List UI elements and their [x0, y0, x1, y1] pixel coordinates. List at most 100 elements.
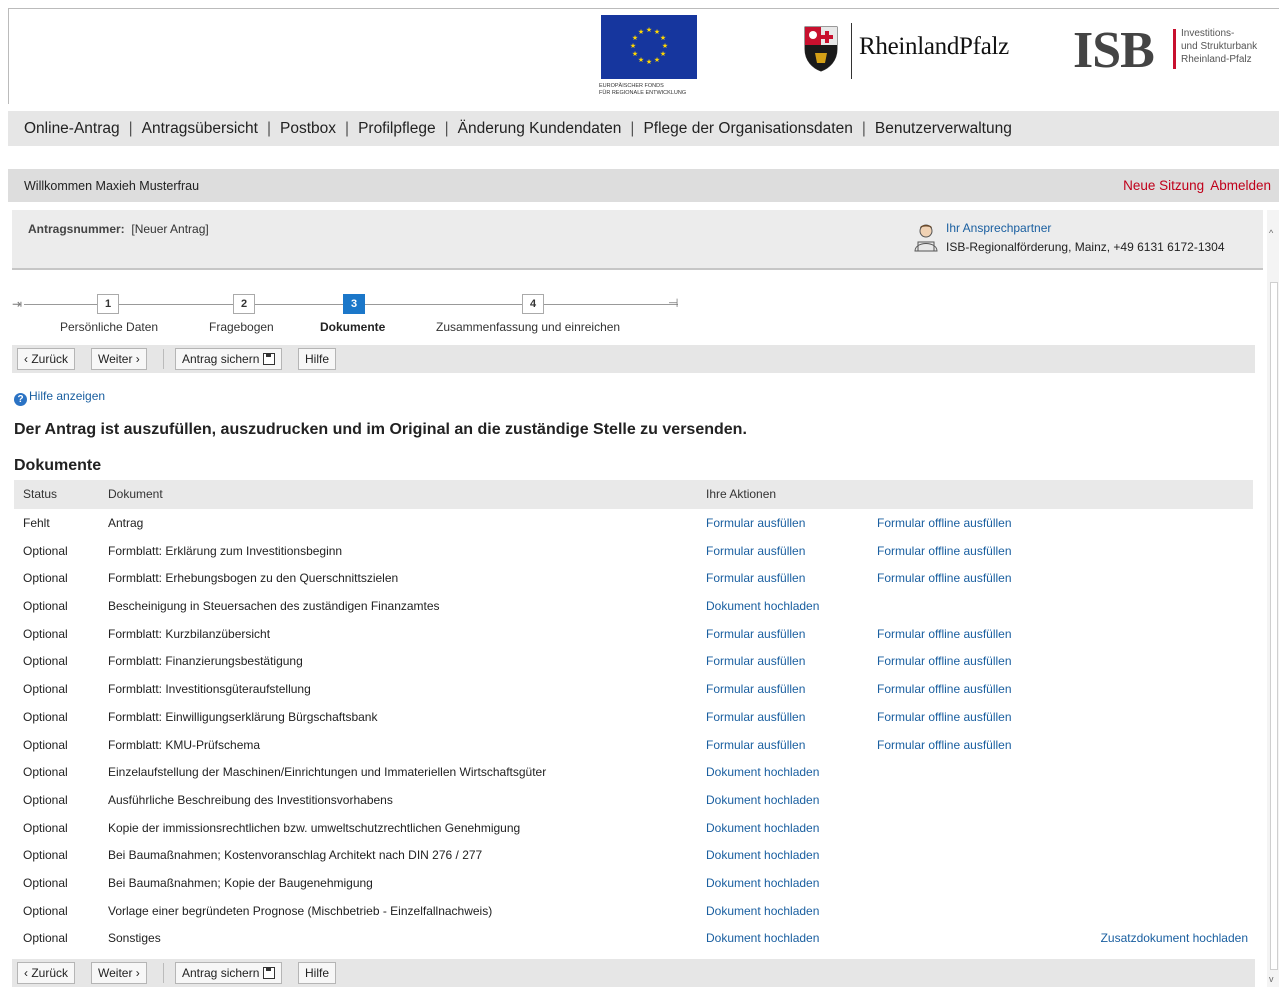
row-document-name: Formblatt: Investitionsgüteraufstellung	[108, 682, 311, 697]
antrag-info-panel: Antragsnummer: [Neuer Antrag] Ihr Anspre…	[12, 210, 1263, 270]
row-primary-action-link[interactable]: Formular ausfüllen	[706, 738, 805, 752]
help-link[interactable]: ? Hilfe anzeigen	[14, 389, 105, 406]
step-1-box[interactable]: 1	[97, 294, 119, 314]
contact-person: Ihr Ansprechpartner ISB-Regionalförderun…	[914, 220, 1254, 260]
back-button[interactable]: ‹ Zurück	[17, 962, 76, 984]
row-offline-action-link[interactable]: Formular offline ausfüllen	[877, 738, 1012, 752]
row-status: Optional	[23, 792, 68, 807]
isb-subtitle-line-2: und Strukturbank	[1181, 41, 1258, 52]
svg-text:★: ★	[638, 28, 644, 36]
row-primary-action-link[interactable]: Dokument hochladen	[706, 876, 819, 890]
row-primary-action-link[interactable]: Formular ausfüllen	[706, 571, 805, 585]
row-status: Optional	[23, 709, 68, 724]
table-row: Optional Bei Baumaßnahmen; Kostenvoransch…	[14, 841, 1253, 869]
row-primary-action-link[interactable]: Dokument hochladen	[706, 821, 819, 835]
next-button[interactable]: Weiter ›	[91, 962, 147, 984]
step-4-label[interactable]: Zusammenfassung und einreichen	[436, 320, 620, 334]
table-row: Optional Formblatt: Kurzbilanzübersicht Fo…	[14, 620, 1253, 648]
row-primary-action-link[interactable]: Formular ausfüllen	[706, 516, 805, 530]
row-offline-action-link[interactable]: Formular offline ausfüllen	[877, 710, 1012, 724]
nav-item-organisationsdaten[interactable]: Pflege der Organisationsdaten	[643, 120, 852, 138]
row-primary-action-link[interactable]: Formular ausfüllen	[706, 710, 805, 724]
toolbar-divider	[163, 963, 164, 983]
eu-caption: Europäischer Fonds für regionale Entwick…	[599, 83, 719, 97]
scrollbar-thumb[interactable]	[1270, 282, 1278, 970]
nav-item-benutzerverwaltung[interactable]: Benutzerverwaltung	[875, 120, 1012, 138]
nav-item-online-antrag[interactable]: Online-Antrag	[24, 120, 120, 138]
row-status: Optional	[23, 931, 68, 946]
row-primary-action-link[interactable]: Formular ausfüllen	[706, 627, 805, 641]
nav-separator: |	[444, 119, 449, 137]
column-header-actions: Ihre Aktionen	[706, 487, 777, 501]
nav-item-postbox[interactable]: Postbox	[280, 120, 336, 138]
session-links: Neue Sitzung Abmelden	[1117, 178, 1271, 193]
contact-title-link[interactable]: Ihr Ansprechpartner	[946, 221, 1051, 235]
row-primary-action-link[interactable]: Formular ausfüllen	[706, 654, 805, 668]
documents-table: Status Dokument Ihre Aktionen Fehlt Antra…	[14, 480, 1253, 952]
step-3-box[interactable]: 3	[343, 294, 365, 314]
step-4-box[interactable]: 4	[522, 294, 544, 314]
svg-text:★: ★	[662, 42, 668, 50]
nav-item-aenderung-kundendaten[interactable]: Änderung Kundendaten	[458, 120, 622, 138]
row-document-name: Kopie der immissionsrechtlichen bzw. umw…	[108, 820, 521, 835]
row-status: Optional	[23, 765, 68, 780]
save-button[interactable]: Antrag sichern	[175, 348, 283, 370]
row-primary-action-link[interactable]: Dokument hochladen	[706, 848, 819, 862]
step-1-label[interactable]: Persönliche Daten	[60, 320, 158, 334]
instruction-headline: Der Antrag ist auszufüllen, auszudrucken…	[14, 421, 747, 438]
save-button[interactable]: Antrag sichern	[175, 962, 283, 984]
row-offline-action-link[interactable]: Formular offline ausfüllen	[877, 516, 1012, 530]
next-button[interactable]: Weiter ›	[91, 348, 147, 370]
step-3-label[interactable]: Dokumente	[320, 320, 385, 334]
svg-text:★: ★	[654, 56, 660, 64]
row-extra-upload-link[interactable]: Zusatzdokument hochladen	[1101, 931, 1248, 945]
row-document-name: Bescheinigung in Steuersachen des zustän…	[108, 599, 440, 614]
row-offline-action-link[interactable]: Formular offline ausfüllen	[877, 627, 1012, 641]
table-row: Optional Bei Baumaßnahmen; Kopie der Baug…	[14, 869, 1253, 897]
next-button-label: Weiter	[98, 966, 133, 980]
welcome-bar: Willkommen Maxieh Musterfrau Neue Sitzun…	[8, 169, 1279, 202]
eu-caption-line-2: für regionale Entwicklung	[599, 90, 687, 96]
scroll-down-icon[interactable]: v	[1269, 974, 1274, 984]
table-row: Fehlt Antrag Formular ausfüllen Formular of…	[14, 509, 1253, 537]
table-row: Optional Formblatt: Erklärung zum Investi…	[14, 537, 1253, 565]
column-header-document: Dokument	[108, 487, 163, 501]
new-session-link[interactable]: Neue Sitzung	[1123, 178, 1204, 193]
row-document-name: Einzelaufstellung der Maschinen/Einricht…	[108, 765, 547, 780]
step-start-icon: ⇥	[12, 297, 23, 311]
nav-item-profilpflege[interactable]: Profilpflege	[358, 120, 436, 138]
row-offline-action-link[interactable]: Formular offline ausfüllen	[877, 544, 1012, 558]
step-end-icon: ⊣	[668, 296, 679, 310]
scroll-up-icon[interactable]: ^	[1269, 228, 1273, 238]
row-offline-action-link[interactable]: Formular offline ausfüllen	[877, 571, 1012, 585]
rlp-logo: RheinlandPfalz	[801, 23, 1011, 93]
row-primary-action-link[interactable]: Formular ausfüllen	[706, 544, 805, 558]
table-row: Optional Kopie der immissionsrechtlichen …	[14, 814, 1253, 842]
row-primary-action-link[interactable]: Dokument hochladen	[706, 793, 819, 807]
header-banner: ★ ★ ★ ★ ★ ★ ★ ★ ★ ★ ★ ★ Europäischer Fonds für r…	[8, 8, 1279, 104]
row-primary-action-link[interactable]: Dokument hochladen	[706, 765, 819, 779]
help-button[interactable]: Hilfe	[298, 348, 337, 370]
table-row: Optional Formblatt: Investitionsgüteraufs…	[14, 675, 1253, 703]
row-primary-action-link[interactable]: Dokument hochladen	[706, 599, 819, 613]
isb-subtitle: Investitions- und Strukturbank Rheinland…	[1181, 27, 1257, 66]
row-offline-action-link[interactable]: Formular offline ausfüllen	[877, 682, 1012, 696]
row-primary-action-link[interactable]: Dokument hochladen	[706, 931, 819, 945]
row-document-name: Formblatt: Kurzbilanzübersicht	[108, 626, 271, 641]
row-status: Optional	[23, 626, 68, 641]
step-2-label[interactable]: Fragebogen	[209, 320, 274, 334]
nav-item-antragsuebersicht[interactable]: Antragsübersicht	[142, 120, 258, 138]
row-document-name: Ausführliche Beschreibung des Investitio…	[108, 792, 393, 807]
step-2-box[interactable]: 2	[233, 294, 255, 314]
row-offline-action-link[interactable]: Formular offline ausfüllen	[877, 654, 1012, 668]
back-button[interactable]: ‹ Zurück	[17, 348, 76, 370]
row-primary-action-link[interactable]: Formular ausfüllen	[706, 682, 805, 696]
chevron-right-icon: ›	[135, 966, 140, 980]
row-status: Fehlt	[23, 516, 50, 530]
nav-separator: |	[861, 119, 866, 137]
row-status: Optional	[23, 571, 68, 586]
help-button[interactable]: Hilfe	[298, 962, 337, 984]
rlp-divider	[851, 23, 852, 79]
row-primary-action-link[interactable]: Dokument hochladen	[706, 904, 819, 918]
logout-link[interactable]: Abmelden	[1210, 178, 1271, 193]
